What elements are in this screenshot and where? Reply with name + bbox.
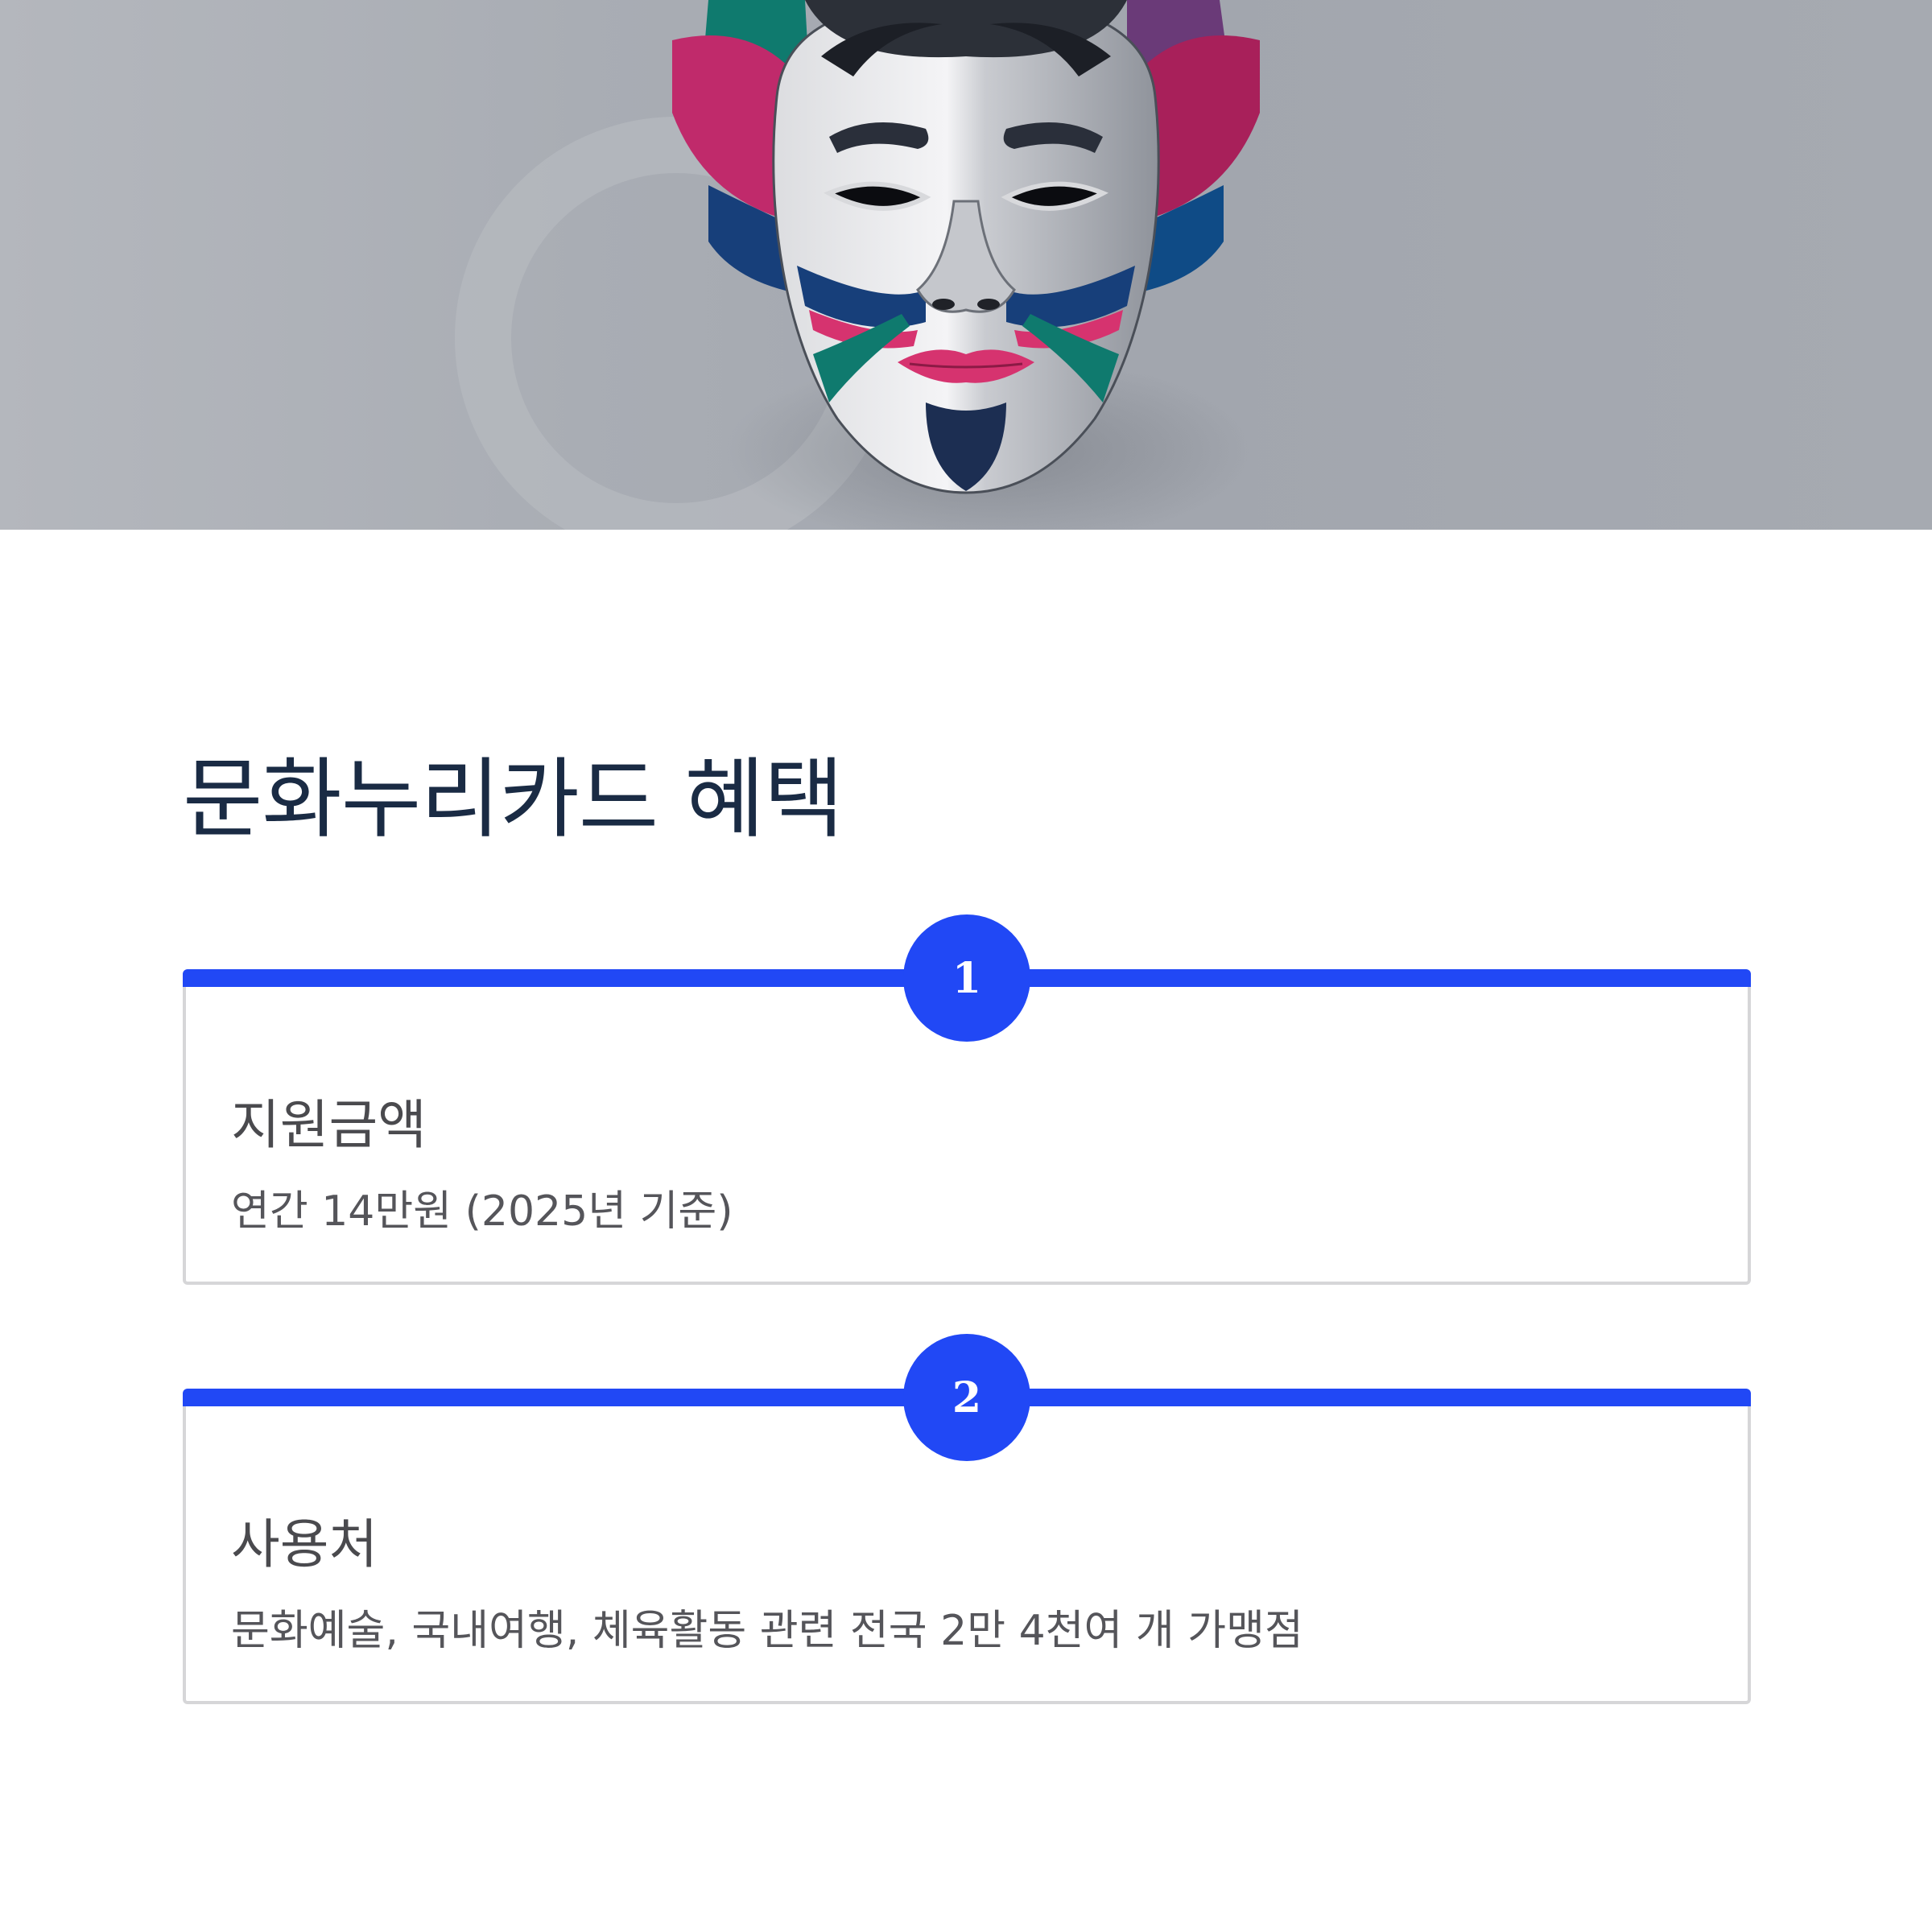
step-number-badge: 1 (903, 914, 1030, 1042)
benefit-description: 연간 14만원 (2025년 기준) (231, 1187, 733, 1236)
benefit-title: 사용처 (231, 1513, 378, 1575)
korean-mask-icon (455, 0, 1260, 530)
page-title: 문화누리카드 혜택 (183, 749, 844, 850)
hero-banner (0, 0, 1932, 530)
step-number-badge: 2 (903, 1334, 1030, 1461)
benefit-description: 문화예술, 국내여행, 체육활동 관련 전국 2만 4천여 개 가맹점 (231, 1607, 1303, 1655)
benefit-title: 지원금액 (231, 1094, 427, 1156)
benefit-card-usage-places: 2 사용처 문화예술, 국내여행, 체육활동 관련 전국 2만 4천여 개 가맹… (183, 1334, 1751, 1704)
benefit-card-support-amount: 1 지원금액 연간 14만원 (2025년 기준) (183, 914, 1751, 1285)
